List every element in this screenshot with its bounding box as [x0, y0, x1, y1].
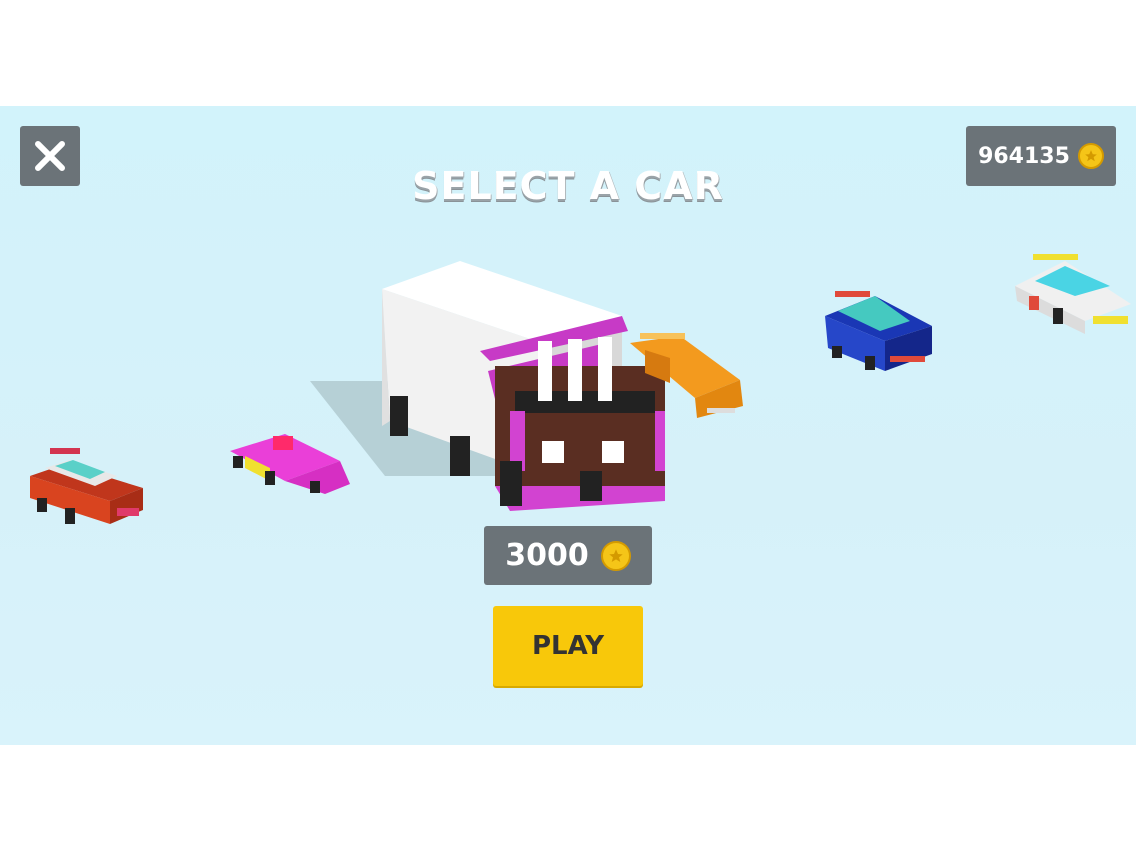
car-orange[interactable]	[625, 328, 750, 427]
coin-star-icon	[600, 540, 631, 571]
game-stage: SELECT A CAR 964135 3000 PLAY	[0, 106, 1136, 745]
car-blue-hatchback[interactable]	[820, 286, 940, 385]
coin-balance-value: 964135	[978, 143, 1070, 169]
car-price: 3000	[484, 526, 652, 585]
play-button[interactable]: PLAY	[493, 606, 643, 686]
car-white-racer[interactable]	[1005, 246, 1136, 345]
car-price-value: 3000	[505, 538, 589, 573]
coin-star-icon	[1077, 143, 1104, 169]
coin-balance: 964135	[966, 126, 1116, 186]
car-red-sports[interactable]	[25, 446, 150, 540]
